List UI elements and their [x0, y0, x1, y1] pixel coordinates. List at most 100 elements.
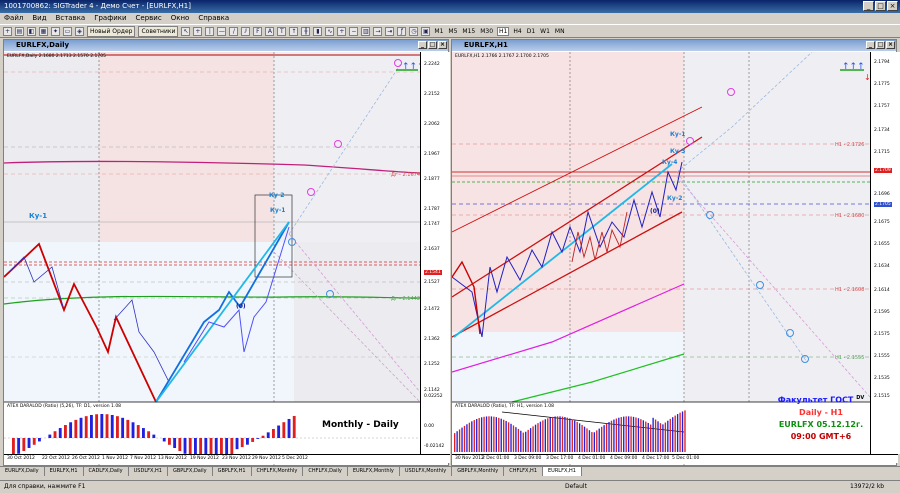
menu-view[interactable]: Вид: [32, 13, 46, 24]
menu-charts[interactable]: Графики: [94, 13, 126, 24]
histogram-bar: [583, 426, 586, 452]
candle-chart-icon[interactable]: ▮: [313, 26, 323, 36]
indicators-icon[interactable]: ƒ: [397, 26, 407, 36]
chart-tab[interactable]: CADLFX,Daily: [83, 467, 129, 476]
chart-tab[interactable]: EURLFX,H1: [543, 467, 582, 476]
tf-m30[interactable]: M30: [479, 28, 494, 35]
tf-h4[interactable]: H4: [512, 28, 522, 35]
sub-tick: 0.00: [424, 424, 435, 429]
zoom-in-icon[interactable]: +: [337, 26, 347, 36]
new-order-button[interactable]: Новый Ордер: [87, 25, 136, 37]
histogram-bar: [503, 419, 505, 452]
chart-window-daily[interactable]: EURLFX,Daily _ □ × Дг - 2.1674 Дг - 2.14…: [3, 39, 450, 466]
label-icon[interactable]: T: [277, 26, 287, 36]
navigator-icon[interactable]: ✦: [51, 26, 60, 36]
caption-line4: 09:00 GMT+6: [790, 431, 852, 441]
tf-m1[interactable]: M1: [433, 28, 444, 35]
chart-tab[interactable]: USDLFX,Monthly: [399, 467, 453, 476]
caption-line1-text: Факультет ГОСТ: [777, 395, 854, 405]
tf-m5[interactable]: M5: [447, 28, 458, 35]
cursor-icon[interactable]: ↖: [181, 26, 191, 36]
price-tick: 2.1734: [874, 128, 890, 133]
new-chart-icon[interactable]: +: [3, 26, 12, 36]
crosshair-icon[interactable]: +: [193, 26, 203, 36]
window-minimize-button[interactable]: _: [866, 41, 875, 49]
label-ky1-left: Ку-1: [29, 212, 47, 220]
chart-window-title[interactable]: EURLFX,Daily _ □ ×: [4, 40, 448, 51]
histogram-bar: [121, 417, 125, 438]
chart-tab[interactable]: CHFLFX,H1: [504, 467, 543, 476]
chart-tab[interactable]: CHFLFX,Daily: [303, 467, 348, 476]
minimize-button[interactable]: _: [863, 1, 874, 11]
time-label: 3 Dec 09:00: [514, 456, 542, 461]
periods-icon[interactable]: ◷: [409, 26, 419, 36]
vertical-line-icon[interactable]: |: [205, 26, 215, 36]
experts-button[interactable]: Советники: [138, 25, 179, 37]
menu-file[interactable]: Файл: [4, 13, 23, 24]
market-watch-icon[interactable]: ◧: [27, 26, 36, 36]
chart-tab[interactable]: EURLFX,H1: [44, 467, 84, 476]
tile-icon[interactable]: ▥: [361, 26, 371, 36]
tf-w1[interactable]: W1: [539, 28, 551, 35]
autoscroll-icon[interactable]: →: [373, 26, 383, 36]
bar-chart-icon[interactable]: ╫: [301, 26, 311, 36]
price-tick: 2.1715: [874, 150, 890, 155]
profiles-icon[interactable]: ▤: [15, 26, 24, 36]
tester-icon[interactable]: ◈: [75, 26, 84, 36]
window-restore-button[interactable]: □: [428, 41, 437, 49]
chart-tab[interactable]: GBPLFX,H1: [212, 467, 252, 476]
chart-shift-icon[interactable]: ⇥: [385, 26, 395, 36]
menu-bar: Файл Вид Вставка Графики Сервис Окно Спр…: [0, 13, 900, 24]
window-restore-button[interactable]: □: [876, 41, 885, 49]
chart-tab[interactable]: EURLFX,Daily: [0, 467, 45, 476]
histogram-bar: [564, 416, 566, 452]
tf-h1[interactable]: H1: [497, 26, 510, 36]
menu-tools[interactable]: Сервис: [136, 13, 162, 24]
histogram-bar: [240, 438, 244, 448]
chart-window-h1[interactable]: EURLFX,H1 _ □ × Н1 - 2.1726 Н1 - 2.1680 …: [451, 39, 900, 466]
window-close-button[interactable]: ×: [886, 41, 895, 49]
trendline-icon[interactable]: /: [229, 26, 239, 36]
menu-help[interactable]: Справка: [198, 13, 229, 24]
histogram-bar: [659, 423, 662, 452]
window-close-button[interactable]: ×: [438, 41, 447, 49]
templates-icon[interactable]: ▣: [421, 26, 431, 36]
chart-tab[interactable]: USDLFX,H1: [128, 467, 168, 476]
terminal-icon[interactable]: ▭: [63, 26, 72, 36]
histogram-bar: [522, 432, 524, 452]
menu-window[interactable]: Окно: [171, 13, 190, 24]
time-label: 30 Oct 2012: [7, 456, 35, 461]
histogram-bar: [507, 422, 510, 452]
window-minimize-button[interactable]: _: [418, 41, 427, 49]
text-icon[interactable]: A: [265, 26, 275, 36]
zoom-out-icon[interactable]: −: [349, 26, 359, 36]
chart-tab[interactable]: EURLFX,Monthly: [347, 467, 400, 476]
price-tick: 2.2062: [424, 122, 440, 127]
chart-tab[interactable]: GBPLFX,Monthly: [452, 467, 505, 476]
chart-symbol-info: EURLFX,H1 2.1766 2.1767 2.1700 2.1705: [455, 54, 549, 59]
time-label: 29 Nov 2012: [252, 456, 281, 461]
level-label-h1a: Н1 - 2.1726: [835, 142, 864, 148]
fibo-icon[interactable]: F: [253, 26, 263, 36]
tf-m15[interactable]: M15: [461, 28, 476, 35]
channel-icon[interactable]: ⫽: [241, 26, 251, 36]
data-window-icon[interactable]: ▦: [39, 26, 48, 36]
label-ky2-right: Ку-2: [667, 195, 682, 202]
chart-window-title[interactable]: EURLFX,H1 _ □ ×: [452, 40, 896, 51]
chart-tab[interactable]: CHFLFX,Monthly: [251, 467, 304, 476]
histogram-bar: [178, 438, 182, 452]
maximize-button[interactable]: □: [875, 1, 886, 11]
price-tick: 2.1472: [424, 307, 440, 312]
line-chart-icon[interactable]: ∿: [325, 26, 335, 36]
tf-d1[interactable]: D1: [526, 28, 536, 35]
histogram-bar: [529, 428, 532, 452]
price-tick: 2.1747: [424, 222, 440, 227]
arrows-icon[interactable]: ↑: [289, 26, 299, 36]
histogram-bar: [493, 416, 495, 452]
chart-tab[interactable]: GBPLFX,Daily: [167, 467, 213, 476]
close-button[interactable]: ×: [887, 1, 898, 11]
time-label: 2 Dec 01:00: [482, 456, 510, 461]
tf-mn[interactable]: MN: [554, 28, 566, 35]
menu-insert[interactable]: Вставка: [56, 13, 86, 24]
horizontal-line-icon[interactable]: —: [217, 26, 227, 36]
